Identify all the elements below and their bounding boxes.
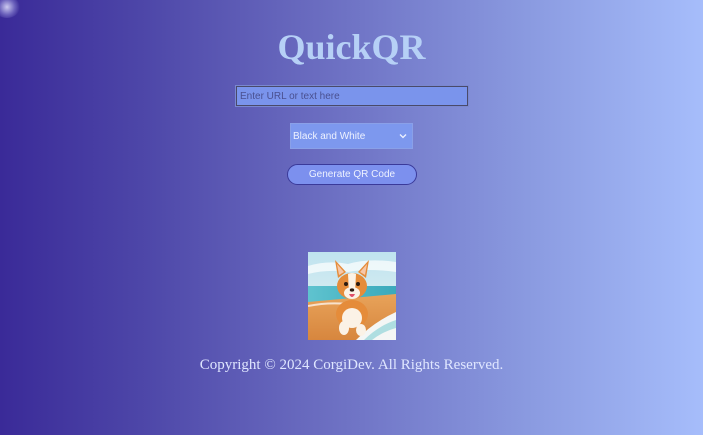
footer-copyright: Copyright © 2024 CorgiDev. All Rights Re… xyxy=(199,357,504,373)
color-scheme-select[interactable]: Black and White xyxy=(290,123,413,149)
corner-glow-decoration xyxy=(0,0,20,18)
app-title: QuickQR xyxy=(277,27,426,67)
generate-qr-button[interactable]: Generate QR Code xyxy=(287,164,417,185)
color-scheme-selected-value: Black and White xyxy=(293,130,366,142)
corgi-image xyxy=(308,252,396,340)
url-input[interactable] xyxy=(235,85,469,107)
chevron-down-icon xyxy=(399,134,407,139)
